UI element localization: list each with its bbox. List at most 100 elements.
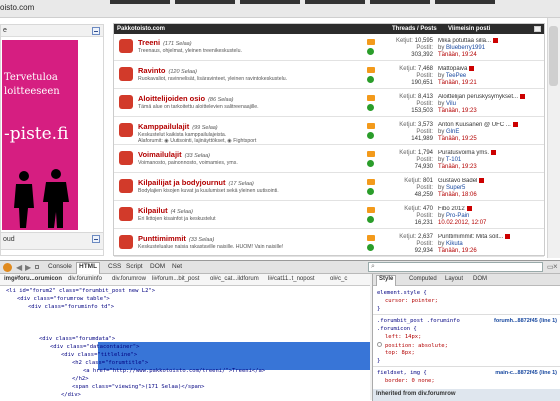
html-node-line[interactable]: <h2 class="forumtitle"> [72,360,148,366]
forum-status-icon[interactable] [119,39,133,53]
go-to-post-icon[interactable] [469,66,475,71]
html-node-line[interactable]: <span class="viewing">(171 Selaa)</span> [72,384,204,390]
last-post-user[interactable]: Blueberry1991 [446,45,485,51]
html-node-line[interactable]: <div class="datacontainer"> [50,344,139,350]
last-post-title[interactable]: Mättöpäivä [438,66,467,72]
collapse-icon[interactable] [92,235,100,243]
css-property[interactable]: cursor: pointer; [385,298,438,304]
breadcrumb-item[interactable]: li#cat11..t_nopost [268,276,315,282]
css-property[interactable]: left: 14px; [385,334,421,340]
forum-title[interactable]: Voimailulajit [138,150,182,159]
html-node-line[interactable]: <div class="titleline"> [61,352,137,358]
last-post-user[interactable]: Super5 [446,185,465,191]
tab-console[interactable]: Console [48,263,72,270]
forum-title[interactable]: Treeni [138,38,160,47]
forum-title[interactable]: Kamppailulajit [138,122,189,131]
last-post-title[interactable]: Fibo 2012 [438,206,465,212]
forum-status-icon[interactable] [119,67,133,81]
html-node-line[interactable]: <a href="http://www.pakkotoisto.com/tree… [83,368,265,374]
html-node-line[interactable]: <img id="forum_statusicon_2" class="foru… [39,312,281,318]
last-post-user[interactable]: Pro-Pain [446,213,469,219]
tab-net[interactable]: Net [172,263,182,270]
collapse-icon[interactable] [92,27,100,35]
forum-row[interactable]: Kilpailut (4 Selaa) Eri lkttojen kisainfot… [114,203,544,229]
tab-dom-props[interactable]: DOM [473,276,487,282]
forum-title-link[interactable]: Punttimimmit (33 Selaa) [138,234,214,243]
close-icon[interactable]: × [553,262,558,271]
tab-layout[interactable]: Layout [445,276,463,282]
last-post-user[interactable]: GlnE [446,129,459,135]
html-node-line[interactable]: <li id="forum2" class="forumbit_post new… [6,288,155,294]
forum-row[interactable]: Aloittelijoiden osio (86 Selaa) Tämä alue … [114,91,544,117]
last-post-title[interactable]: Gustavo Badel [438,178,477,184]
forum-status-icon[interactable] [119,123,133,137]
html-node-line[interactable]: </div> [61,392,81,398]
forum-row[interactable]: Ravinto (120 Selaa) Ruokavaliot, ravinneli… [114,63,544,89]
forum-title[interactable]: Ravinto [138,66,166,75]
devtools-search-input[interactable]: ⌕ [368,262,543,272]
forum-title-link[interactable]: Kilpailut (4 Selaa) [138,206,193,215]
forum-row[interactable]: Treeni (171 Selaa) Treenaus, ohjelmat, yle… [114,35,544,61]
last-post-title[interactable]: Punttimimmit: Mitä söit... [438,234,503,240]
last-post-title[interactable]: Mikä potuttaa sillä... [438,38,491,44]
css-property[interactable]: position: absolute; [377,342,448,349]
last-post-user[interactable]: Kikuta [446,241,463,247]
last-post-title[interactable]: Puratusvoima yms. [438,150,489,156]
last-post-title[interactable]: Anton Kuusanen @ UFC ... [438,122,511,128]
html-node-line[interactable]: con/forum_new-48.png" title="Klikkaa täs… [39,320,205,326]
last-post-user[interactable]: T-101 [446,157,461,163]
forum-title-link[interactable]: Treeni (171 Selaa) [138,38,192,47]
forum-title-link[interactable]: Kamppailulajit (99 Selaa) [138,122,218,131]
css-property[interactable]: top: 8px; [385,350,415,356]
last-post-user[interactable]: TeePee [446,73,466,79]
breadcrumb-item[interactable]: ol#c_c [330,276,347,282]
subforum-links[interactable]: Alaforumit: ◉ Uutisointi, lajinäyttökset… [138,138,256,144]
go-to-post-icon[interactable] [491,150,497,155]
css-source-link[interactable]: forumh...8872f45 (line 1) [494,318,557,324]
breadcrumb-item[interactable]: div.foruminfo [68,276,102,282]
tab-html[interactable]: HTML [76,262,101,274]
forum-title-link[interactable]: Voimailulajit (33 Selaa) [138,150,210,159]
breadcrumb-item[interactable]: div.forumrow [112,276,146,282]
breadcrumb-item[interactable]: li#forum...bit_post [152,276,199,282]
go-to-post-icon[interactable] [479,178,485,183]
tab-style[interactable]: Style [376,275,397,286]
css-property[interactable]: border: 0 none; [385,378,435,384]
inspect-icon[interactable] [35,265,39,269]
forum-status-icon[interactable] [119,207,133,221]
forum-title-link[interactable]: Aloittelijoiden osio (86 Selaa) [138,94,233,103]
html-node-line[interactable]: <div class="forumdata"> [39,336,115,342]
last-post-title[interactable]: Aloittelijan peruskysymykset... [438,94,518,100]
forum-status-icon[interactable] [119,95,133,109]
back-icon[interactable]: ◀ [16,263,22,272]
breadcrumb-item[interactable]: ol#c_cat...ildforum [210,276,259,282]
css-source-link[interactable]: main-c...8872f45 (line 1) [495,370,557,376]
html-node-line[interactable]: </h2> [72,376,89,382]
last-post-user[interactable]: Vilu [446,101,456,107]
collapse-icon[interactable] [534,26,541,32]
go-to-post-icon[interactable] [520,94,526,99]
go-to-post-icon[interactable] [466,206,472,211]
html-node-line[interactable]: <div class="foruminfo td"> [28,304,114,310]
forum-status-icon[interactable] [119,179,133,193]
tab-css[interactable]: CSS [108,263,121,270]
forum-status-icon[interactable] [119,235,133,249]
forum-row[interactable]: Voimailulajit (33 Selaa) Voimanosto, paino… [114,147,544,173]
forum-status-icon[interactable] [119,151,133,165]
breadcrumb-item[interactable]: img#foru...orumicon [4,276,62,282]
html-node-line[interactable]: <div class="forumrow table"> [17,296,110,302]
forum-title[interactable]: Aloittelijoiden osio [138,94,205,103]
forward-icon[interactable]: ▶ [25,263,31,272]
go-to-post-icon[interactable] [505,234,511,239]
html-tree[interactable]: <li id="forum2" class="forumbit_post new… [0,286,370,401]
go-to-post-icon[interactable] [493,38,499,43]
forum-row[interactable]: Kilpailijat ja bodyjournut (17 Selaa) Body… [114,175,544,201]
forum-title[interactable]: Kilpailijat ja bodyjournut [138,178,226,187]
forum-title-link[interactable]: Ravinto (120 Selaa) [138,66,197,75]
go-to-post-icon[interactable] [512,122,518,127]
forum-title[interactable]: Kilpailut [138,206,168,215]
tab-computed[interactable]: Computed [409,276,437,282]
forum-title-link[interactable]: Kilpailijat ja bodyjournut (17 Selaa) [138,178,254,187]
tab-script[interactable]: Script [126,263,143,270]
disable-rule-icon[interactable] [377,342,382,347]
